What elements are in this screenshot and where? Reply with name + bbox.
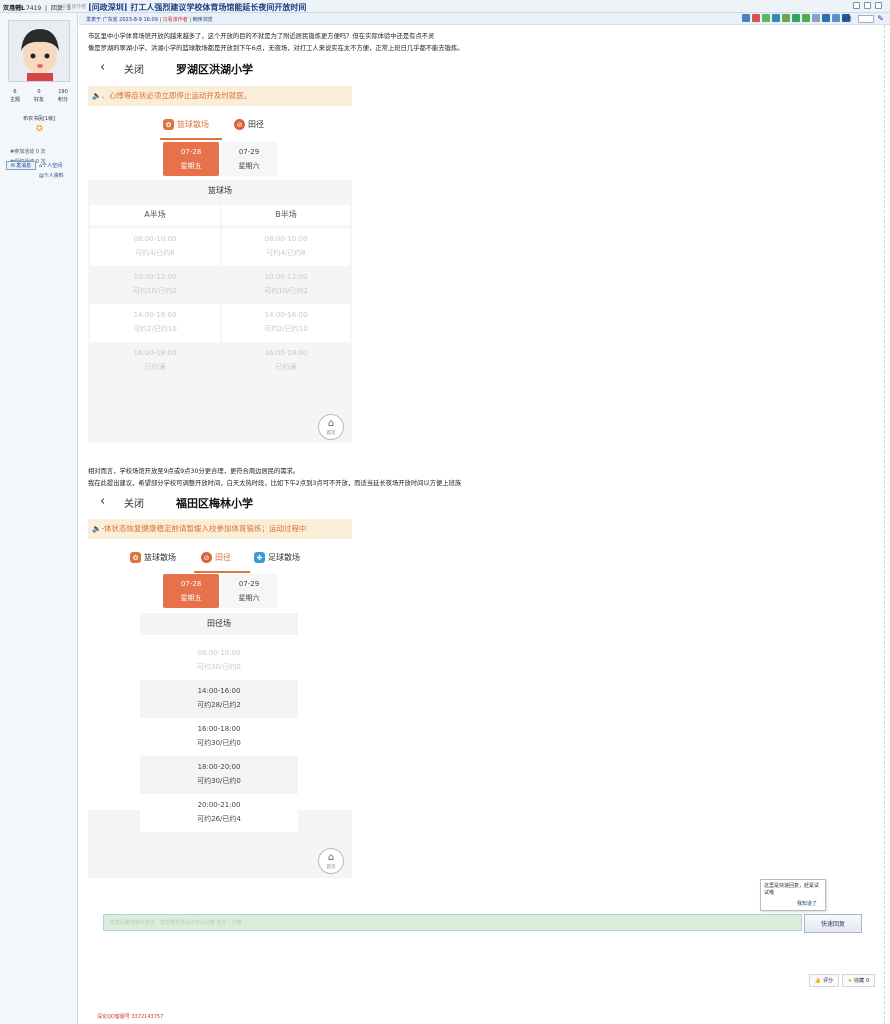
time-slot: 08:00-10:00 可约4/已约8 [90,228,220,266]
avatar-image [9,21,69,81]
favorite-button[interactable]: ★ 收藏 0 [842,974,875,987]
post-paragraph: 市区里中小学体育场馆开放的越来越多了，这个开放的目的不就是为了附近居民锻炼更方便… [88,33,435,40]
date-option: 07-29 星期六 [221,574,277,608]
profile-link[interactable]: ▤个人资料 [39,172,64,179]
share-icon[interactable] [792,14,800,22]
activities-joined: ✱参加活动 0 次 [10,149,46,155]
send-message-button[interactable]: ✉ 发消息 [6,161,36,170]
share-icon[interactable] [752,14,760,22]
top-right-icons [853,2,882,9]
share-icon[interactable] [742,14,750,22]
user-points-stat[interactable]: 190 积分 [51,88,75,104]
tab-football: ✤ 足球散场 [254,552,300,563]
school-name: 罗湖区洪湖小学 [176,63,253,76]
time-slot: 08:00-10:00 可约4/已约8 [222,228,350,266]
post-paragraph: 相对而言，学校场馆开放至9点或9点30分更合理，更符合周边居民的需求。 [88,468,300,475]
reverse-view-link[interactable]: 倒序浏览 [193,17,213,23]
tab-basketball: ✿ 篮球散场 [163,119,209,130]
star-icon: ✪ [36,124,43,133]
username[interactable]: 双月轩L [3,3,25,12]
tab-track: ⊘ 田径 [234,119,264,130]
share-icon[interactable] [832,14,840,22]
post-time: 发表于 广东省 2023-8-9 16:09 [86,17,158,23]
view-poster-only-link[interactable]: ⊙只看该作者 [57,3,86,10]
time-slot: 14:00-16:00 可约2/已约10 [222,304,350,342]
tab-track: ⊘ 田径 [201,552,231,563]
home-button: ⌂ 首页 [318,414,344,440]
share-icon[interactable] [812,14,820,22]
school-name: 福田区梅林小学 [176,497,253,510]
post-meta: 发表于 广东省 2023-8-9 16:09 | 只看该作者 | 倒序浏览 [86,17,213,23]
close-label: 关闭 [124,65,144,76]
booking-screenshot-1: ‹ 关闭 罗湖区洪湖小学 🔈、心悸等症状必须立即停止运动并及时就医。 ✿ 篮球散场… [88,58,352,443]
user-topics-stat[interactable]: 6 主题 [3,88,27,104]
time-slot: 16:00-18:00 已约满 [264,349,308,371]
post-paragraph: 像是罗湖的翠湖小学、洪湖小学的篮球散场都是开放到下午6点，无夜场，对打工人来说实… [88,45,464,52]
venue-name: 田径场 [140,613,298,635]
notice-banner: 🔈-体状态恢复健康稳定前请暂缓入校参加体育锻炼；运动过程中 [88,519,352,539]
track-icon: ⊘ [234,119,245,130]
thumbs-up-icon: 👍 [814,977,822,984]
home-icon: ⌂ [327,418,335,429]
venue-name: 篮球场 [208,186,232,195]
personal-space-link[interactable]: ⌂个人空间 [39,162,62,169]
page-edge [884,25,885,1024]
football-icon: ✤ [254,552,265,563]
share-icon[interactable] [782,14,790,22]
time-slot: 20:00-21:00 可约26/已约4 [140,794,298,832]
user-level: 布衣书民[1级] [22,116,56,122]
quick-reply-input[interactable]: 发表回复需要先登录，您需要登录后才可以回复 登录 | 注册 [103,914,802,931]
home-icon: ⌂ [327,852,335,863]
time-slot: 18:00-20:00 可约30/已约0 [140,756,298,794]
active-tab-indicator [194,571,250,573]
time-slot: 08:00-10:00 可约30/已约0 [197,649,241,671]
footer-contact: 深论QQ客服号 3372143757 [97,1014,164,1020]
notice-banner: 🔈、心悸等症状必须立即停止运动并及时就医。 [88,86,352,106]
back-icon: ‹ [100,60,106,75]
next-thread-icon[interactable] [875,2,882,9]
booking-screenshot-2: ‹ 关闭 福田区梅林小学 🔈-体状态恢复健康稳定前请暂缓入校参加体育锻炼；运动过… [88,492,352,878]
basketball-icon: ✿ [130,552,141,563]
favorite-count: 0 [866,977,870,984]
back-icon: ‹ [100,494,106,509]
font-size-select[interactable] [858,15,874,23]
font-size-label: 字号 [841,17,852,23]
half-court-a: A半场 [90,205,220,225]
envelope-icon: ✉ [10,162,16,169]
quick-reply-button[interactable]: 快速回复 [804,914,862,933]
active-tab-indicator [160,138,222,140]
time-slot: 14:00-16:00 可约2/已约10 [90,304,220,342]
author-only-link[interactable]: 只看该作者 [163,17,188,23]
share-icon[interactable] [802,14,810,22]
avatar[interactable] [8,20,70,82]
user-friends-stat[interactable]: 0 好友 [27,88,51,104]
edit-icon[interactable]: ✎ [877,14,884,23]
basketball-icon: ✿ [163,119,174,130]
time-slot: 14:00-16:00 可约28/已约2 [140,680,298,718]
views-count: 7419 [25,5,42,12]
time-slot: 10:00-12:00 可约10/已约2 [264,273,308,295]
track-icon: ⊘ [201,552,212,563]
share-icon[interactable] [822,14,830,22]
share-icon[interactable] [772,14,780,22]
print-icon[interactable] [853,2,860,9]
date-option-selected: 07-28 星期五 [163,142,219,176]
date-option-selected: 07-28 星期五 [163,574,219,608]
date-option: 07-29 星期六 [221,142,277,176]
tooltip-ack-link[interactable]: 我知道了 [797,900,817,907]
post-paragraph: 我在此提出建议，希望部分学校可调整开放时间，白天太热时段，比如下午2点到3点可不… [88,480,462,487]
thread-title[interactable]: [问政深圳] 打工人强烈建议学校体育场馆能延长夜间开放时间 [88,2,306,13]
home-button: ⌂ 首页 [318,848,344,874]
time-slot: 16:00-18:00 可约30/已约0 [197,725,241,747]
tab-basketball: ✿ 篮球散场 [130,552,176,563]
share-icon[interactable] [762,14,770,22]
close-label: 关闭 [124,499,144,510]
prev-thread-icon[interactable] [864,2,871,9]
share-icons [742,14,850,22]
time-slot: 16:00-18:00 已约满 [133,349,177,371]
time-slot: 10:00-12:00 可约10/已约2 [133,273,177,295]
half-court-b: B半场 [222,205,350,225]
rate-button[interactable]: 👍 评分 [809,974,839,987]
star-icon: ★ [847,977,853,984]
